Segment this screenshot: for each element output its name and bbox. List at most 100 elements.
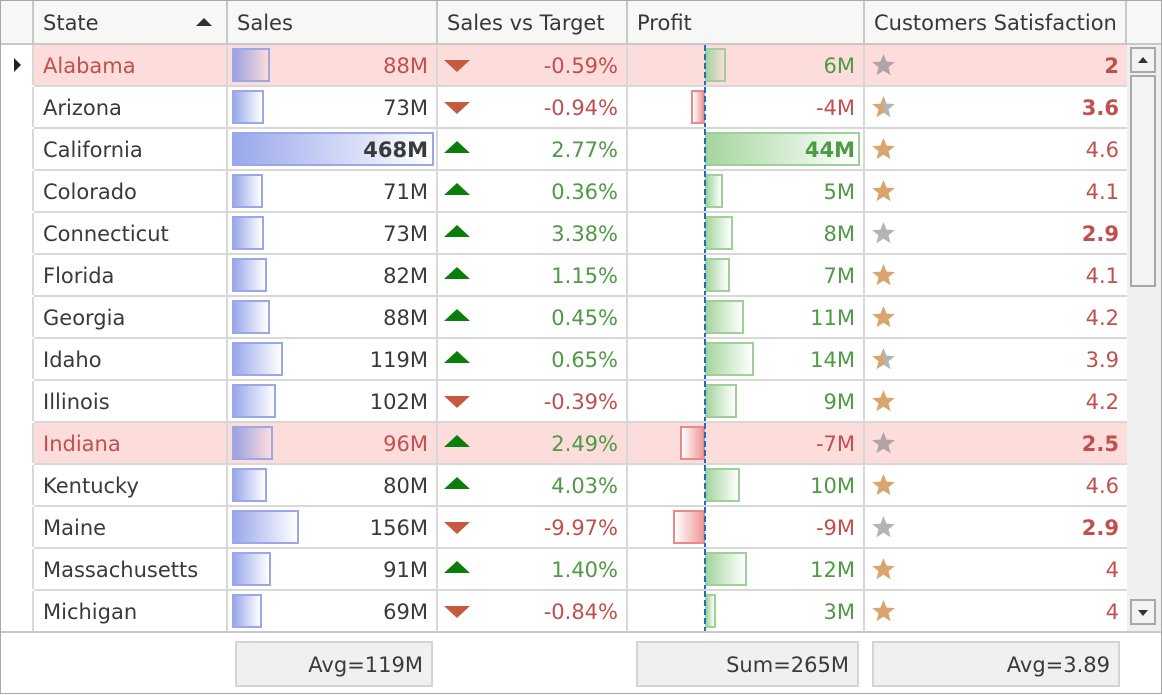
cell-sales[interactable]: 73M (228, 87, 438, 127)
table-row[interactable]: Indiana 96M 2.49% -7M 2.5 (1, 423, 1127, 465)
table-row[interactable]: Georgia 88M 0.45% 11M 4.2 (1, 297, 1127, 339)
cell-sales-vs-target[interactable]: 2.49% (438, 423, 628, 463)
cell-sales-vs-target[interactable]: 3.38% (438, 213, 628, 253)
cell-profit[interactable]: 5M (628, 171, 865, 213)
cell-profit[interactable]: -4M (628, 87, 865, 129)
cell-sales[interactable]: 80M (228, 465, 438, 505)
row-indicator-cell[interactable] (1, 465, 34, 505)
cell-sales[interactable]: 73M (228, 213, 438, 253)
cell-profit[interactable]: -7M (628, 423, 865, 465)
column-header-sales-vs-target[interactable]: Sales vs Target (438, 1, 628, 43)
cell-satisfaction[interactable]: 2.9 (865, 507, 1127, 547)
cell-state[interactable]: Colorado (34, 171, 228, 211)
cell-state[interactable]: Massachusetts (34, 549, 228, 589)
row-indicator-cell[interactable] (1, 381, 34, 421)
cell-profit[interactable]: 14M (628, 339, 865, 381)
cell-sales-vs-target[interactable]: 1.40% (438, 549, 628, 589)
cell-satisfaction[interactable]: 3.9 (865, 339, 1127, 379)
cell-sales[interactable]: 156M (228, 507, 438, 547)
table-row[interactable]: Maine 156M -9.97% -9M 2.9 (1, 507, 1127, 549)
cell-sales[interactable]: 96M (228, 423, 438, 463)
row-indicator-cell[interactable] (1, 255, 34, 295)
row-indicator-cell[interactable] (1, 171, 34, 211)
cell-profit[interactable]: 12M (628, 549, 865, 591)
cell-satisfaction[interactable]: 4 (865, 549, 1127, 589)
cell-sales-vs-target[interactable]: -9.97% (438, 507, 628, 547)
cell-satisfaction[interactable]: 4.6 (865, 465, 1127, 505)
cell-sales-vs-target[interactable]: 0.65% (438, 339, 628, 379)
table-row[interactable]: California 468M 2.77% 44M 4.6 (1, 129, 1127, 171)
cell-sales-vs-target[interactable]: -0.39% (438, 381, 628, 421)
table-row[interactable]: Connecticut 73M 3.38% 8M 2.9 (1, 213, 1127, 255)
cell-profit[interactable]: -9M (628, 507, 865, 549)
cell-state[interactable]: Indiana (34, 423, 228, 463)
row-indicator-cell[interactable] (1, 297, 34, 337)
cell-sales[interactable]: 119M (228, 339, 438, 379)
table-row[interactable]: Alabama 88M -0.59% 6M 2 (1, 45, 1127, 87)
cell-satisfaction[interactable]: 4.2 (865, 381, 1127, 421)
row-indicator-cell[interactable] (1, 339, 34, 379)
column-header-state[interactable]: State (34, 1, 228, 43)
row-indicator-cell[interactable] (1, 213, 34, 253)
row-indicator-cell[interactable] (1, 549, 34, 589)
scroll-down-button[interactable] (1130, 599, 1156, 625)
cell-state[interactable]: Connecticut (34, 213, 228, 253)
cell-sales-vs-target[interactable]: -0.59% (438, 45, 628, 85)
cell-satisfaction[interactable]: 2 (865, 45, 1127, 85)
cell-sales[interactable]: 102M (228, 381, 438, 421)
cell-profit[interactable]: 10M (628, 465, 865, 507)
cell-sales-vs-target[interactable]: -0.84% (438, 591, 628, 631)
cell-satisfaction[interactable]: 4 (865, 591, 1127, 631)
cell-profit[interactable]: 3M (628, 591, 865, 631)
cell-state[interactable]: Idaho (34, 339, 228, 379)
cell-state[interactable]: Florida (34, 255, 228, 295)
cell-sales-vs-target[interactable]: 2.77% (438, 129, 628, 169)
scrollbar-thumb[interactable] (1130, 75, 1156, 287)
table-row[interactable]: Florida 82M 1.15% 7M 4.1 (1, 255, 1127, 297)
cell-state[interactable]: Kentucky (34, 465, 228, 505)
cell-profit[interactable]: 7M (628, 255, 865, 297)
row-indicator-cell[interactable] (1, 129, 34, 169)
cell-sales-vs-target[interactable]: 0.45% (438, 297, 628, 337)
cell-satisfaction[interactable]: 4.1 (865, 255, 1127, 295)
profit-summary[interactable]: Sum=265M (636, 641, 859, 687)
row-indicator-cell[interactable] (1, 87, 34, 127)
cell-satisfaction[interactable]: 4.6 (865, 129, 1127, 169)
cell-profit[interactable]: 44M (628, 129, 865, 171)
table-row[interactable]: Massachusetts 91M 1.40% 12M 4 (1, 549, 1127, 591)
cell-satisfaction[interactable]: 4.2 (865, 297, 1127, 337)
cell-state[interactable]: California (34, 129, 228, 169)
table-row[interactable]: Michigan 69M -0.84% 3M 4 (1, 591, 1127, 631)
column-header-profit[interactable]: Profit (628, 1, 865, 43)
cell-sales-vs-target[interactable]: -0.94% (438, 87, 628, 127)
vertical-scrollbar[interactable] (1127, 45, 1161, 631)
row-indicator-cell[interactable] (1, 591, 34, 631)
cell-state[interactable]: Arizona (34, 87, 228, 127)
cell-satisfaction[interactable]: 4.1 (865, 171, 1127, 211)
row-indicator-cell[interactable] (1, 423, 34, 463)
sales-summary[interactable]: Avg=119M (235, 641, 433, 687)
cell-sales-vs-target[interactable]: 4.03% (438, 465, 628, 505)
cell-state[interactable]: Alabama (34, 45, 228, 85)
column-header-satisfaction[interactable]: Customers Satisfaction (865, 1, 1127, 43)
cell-profit[interactable]: 11M (628, 297, 865, 339)
cell-sales[interactable]: 82M (228, 255, 438, 295)
cell-profit[interactable]: 8M (628, 213, 865, 255)
cell-sales[interactable]: 468M (228, 129, 438, 169)
cell-satisfaction[interactable]: 2.5 (865, 423, 1127, 463)
table-row[interactable]: Illinois 102M -0.39% 9M 4.2 (1, 381, 1127, 423)
cell-state[interactable]: Michigan (34, 591, 228, 631)
table-row[interactable]: Kentucky 80M 4.03% 10M 4.6 (1, 465, 1127, 507)
table-row[interactable]: Idaho 119M 0.65% 14M 3.9 (1, 339, 1127, 381)
cell-satisfaction[interactable]: 3.6 (865, 87, 1127, 127)
table-row[interactable]: Arizona 73M -0.94% -4M 3.6 (1, 87, 1127, 129)
cell-sales[interactable]: 69M (228, 591, 438, 631)
cell-sales[interactable]: 71M (228, 171, 438, 211)
row-indicator-cell[interactable] (1, 45, 34, 85)
satisfaction-summary[interactable]: Avg=3.89 (872, 641, 1120, 687)
cell-state[interactable]: Georgia (34, 297, 228, 337)
cell-state[interactable]: Maine (34, 507, 228, 547)
table-row[interactable]: Colorado 71M 0.36% 5M 4.1 (1, 171, 1127, 213)
cell-profit[interactable]: 6M (628, 45, 865, 87)
cell-sales[interactable]: 88M (228, 297, 438, 337)
